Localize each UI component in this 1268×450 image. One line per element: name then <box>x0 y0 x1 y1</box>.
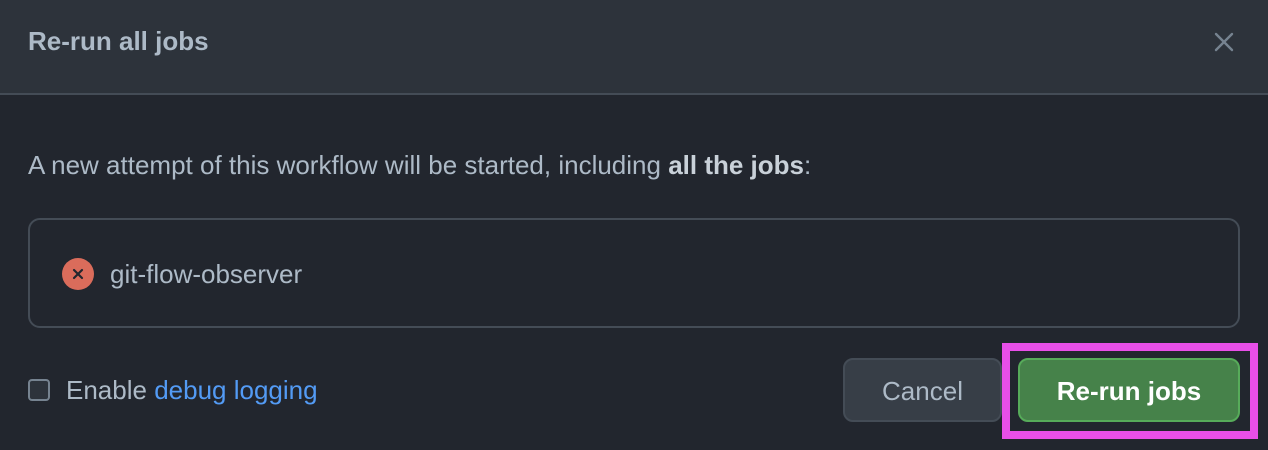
dialog-description: A new attempt of this workflow will be s… <box>28 148 811 182</box>
job-name: git-flow-observer <box>110 259 303 289</box>
dialog-header: Re-run all jobs <box>0 0 1268 95</box>
job-item: git-flow-observer <box>62 256 302 292</box>
rerun-jobs-button[interactable]: Re-run jobs <box>1018 358 1240 422</box>
debug-logging-label: Enable debug logging <box>66 373 318 407</box>
close-button[interactable] <box>1208 26 1240 58</box>
description-emphasis: all the jobs <box>668 150 804 180</box>
close-icon <box>1214 32 1234 52</box>
cancel-button[interactable]: Cancel <box>843 358 1002 422</box>
debug-label-prefix: Enable <box>66 375 155 405</box>
debug-logging-checkbox[interactable] <box>28 379 50 401</box>
x-circle-icon <box>62 258 94 290</box>
rerun-dialog: Re-run all jobs A new attempt of this wo… <box>0 0 1268 450</box>
jobs-list: git-flow-observer <box>28 218 1240 328</box>
debug-logging-option: Enable debug logging <box>28 372 318 408</box>
debug-logging-link[interactable]: debug logging <box>154 375 317 405</box>
description-prefix: A new attempt of this workflow will be s… <box>28 150 669 180</box>
description-suffix: : <box>804 150 812 180</box>
dialog-title: Re-run all jobs <box>28 26 209 56</box>
